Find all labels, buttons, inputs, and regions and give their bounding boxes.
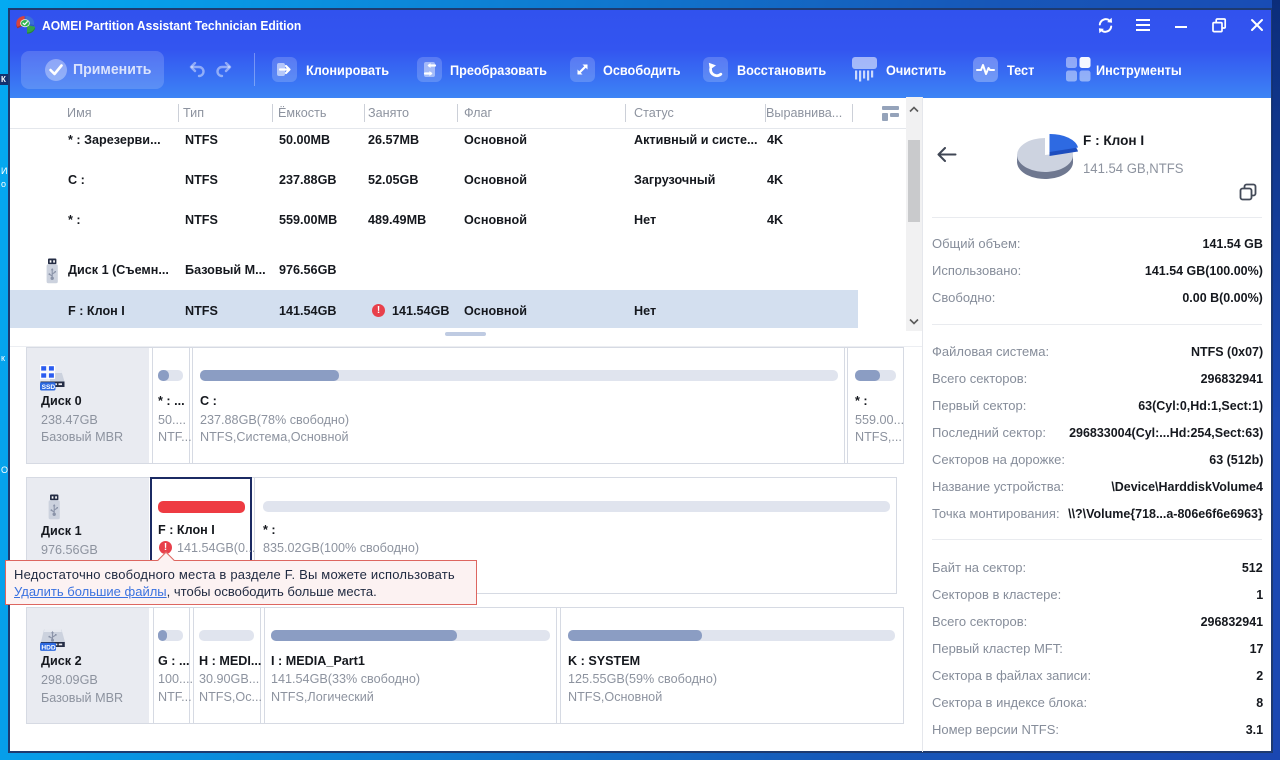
svg-text:HDD: HDD xyxy=(41,644,56,651)
svg-text:SSD: SSD xyxy=(42,384,56,391)
